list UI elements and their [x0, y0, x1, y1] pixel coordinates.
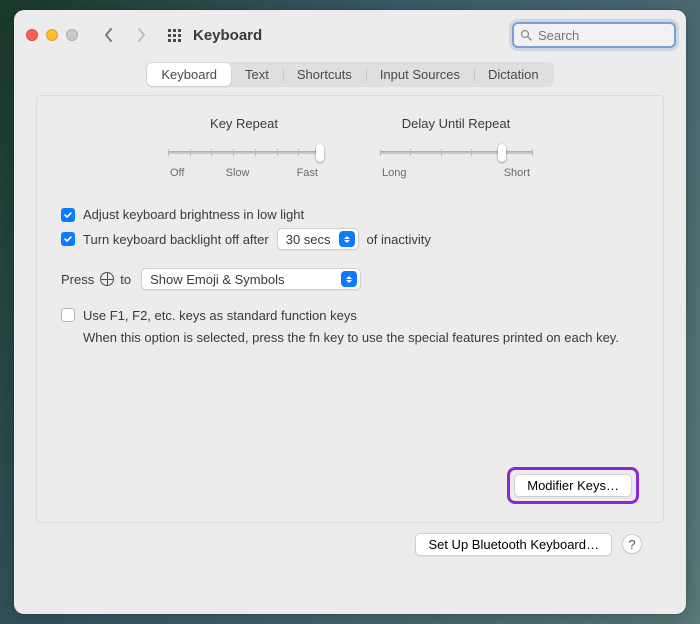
- globe-action-select[interactable]: Show Emoji & Symbols: [141, 268, 361, 290]
- content: Keyboard Text Shortcuts Input Sources Di…: [14, 60, 686, 614]
- key-repeat-label: Key Repeat: [168, 116, 320, 131]
- close-icon[interactable]: [26, 29, 38, 41]
- key-repeat-slider: Key Repeat Off Slow Fast: [168, 116, 320, 179]
- bluetooth-keyboard-button[interactable]: Set Up Bluetooth Keyboard…: [415, 533, 612, 556]
- delay-slider: Delay Until Repeat Long Short: [380, 116, 532, 179]
- backlight-timeout-select[interactable]: 30 secs: [277, 228, 359, 250]
- tab-dictation[interactable]: Dictation: [474, 63, 553, 86]
- maximize-icon: [66, 29, 78, 41]
- titlebar: Keyboard: [14, 10, 686, 60]
- fnkeys-checkbox[interactable]: [61, 308, 75, 322]
- window-controls: [26, 29, 78, 41]
- brightness-checkbox[interactable]: [61, 208, 75, 222]
- fnkeys-help: When this option is selected, press the …: [83, 329, 639, 347]
- tab-bar: Keyboard Text Shortcuts Input Sources Di…: [146, 62, 553, 87]
- key-repeat-track[interactable]: [168, 145, 320, 161]
- check-icon: [63, 234, 73, 244]
- grid-icon: [168, 29, 181, 42]
- stepper-icon: [339, 231, 355, 247]
- forward-button[interactable]: [130, 23, 152, 47]
- backlight-suffix: of inactivity: [367, 232, 431, 247]
- delay-track[interactable]: [380, 145, 532, 161]
- backlight-prefix: Turn keyboard backlight off after: [83, 232, 269, 247]
- tab-shortcuts[interactable]: Shortcuts: [283, 63, 366, 86]
- globe-suffix: to: [120, 272, 131, 287]
- preferences-window: Keyboard Keyboard Text Shortcuts Input S…: [14, 10, 686, 614]
- tab-text[interactable]: Text: [231, 63, 283, 86]
- modifier-keys-button[interactable]: Modifier Keys…: [514, 474, 632, 497]
- globe-icon: [100, 272, 114, 286]
- backlight-checkbox[interactable]: [61, 232, 75, 246]
- search-input[interactable]: [536, 27, 668, 44]
- tab-input-sources[interactable]: Input Sources: [366, 63, 474, 86]
- search-field[interactable]: [512, 22, 676, 48]
- help-button[interactable]: ?: [622, 534, 642, 554]
- back-button[interactable]: [98, 23, 120, 47]
- fnkeys-label: Use F1, F2, etc. keys as standard functi…: [83, 308, 357, 323]
- minimize-icon[interactable]: [46, 29, 58, 41]
- delay-label: Delay Until Repeat: [380, 116, 532, 131]
- tab-keyboard[interactable]: Keyboard: [147, 63, 231, 86]
- search-icon: [520, 29, 532, 41]
- window-title: Keyboard: [193, 27, 262, 44]
- keyboard-panel: Key Repeat Off Slow Fast Delay Until Rep…: [36, 95, 664, 523]
- show-all-button[interactable]: [168, 29, 181, 42]
- modifier-keys-highlight: Modifier Keys…: [507, 467, 639, 504]
- check-icon: [63, 210, 73, 220]
- brightness-label: Adjust keyboard brightness in low light: [83, 207, 304, 222]
- stepper-icon: [341, 271, 357, 287]
- globe-prefix: Press: [61, 272, 94, 287]
- nav-buttons: [98, 23, 152, 47]
